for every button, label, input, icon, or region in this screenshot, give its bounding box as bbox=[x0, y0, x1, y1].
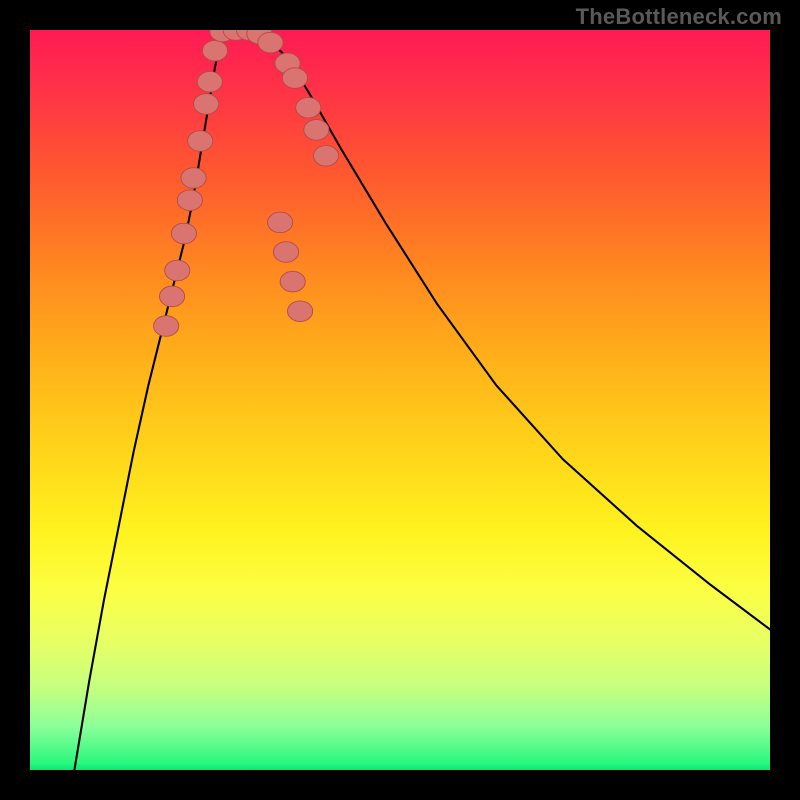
plot-gradient-background bbox=[30, 30, 770, 770]
watermark-label: TheBottleneck.com bbox=[576, 4, 782, 30]
chart-frame: TheBottleneck.com bbox=[0, 0, 800, 800]
